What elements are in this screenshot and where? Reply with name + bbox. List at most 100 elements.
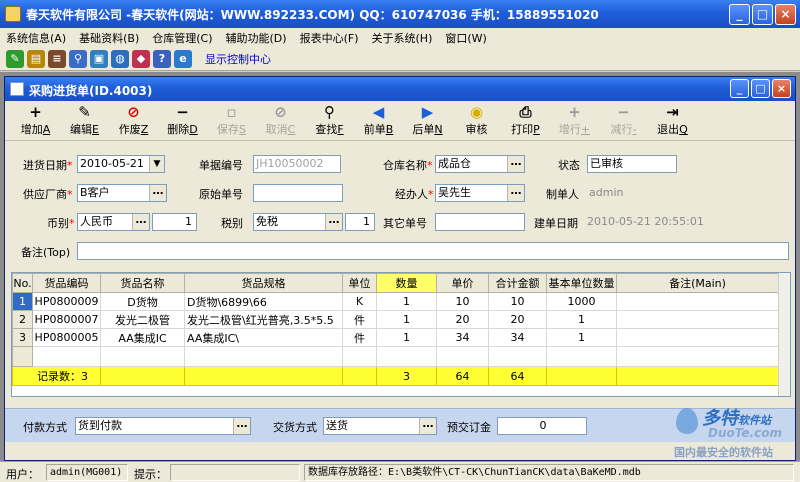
table-cell[interactable]: 1 bbox=[376, 292, 437, 311]
ellipsis-icon[interactable]: … bbox=[507, 185, 524, 201]
payment-method-field[interactable]: 货到付款… bbox=[75, 417, 251, 435]
table-row[interactable]: 2 HP0800007 发光二极管 发光二极管\红光普亮,3.5*5.5 件 1 20 20 1 bbox=[12, 310, 779, 329]
table-row[interactable]: 1 HP0800009 D货物 D货物\6899\66 K 1 10 10 1000 bbox=[12, 292, 779, 311]
table-cell[interactable] bbox=[342, 346, 377, 367]
ie-icon[interactable]: e bbox=[174, 49, 192, 68]
table-cell[interactable]: 发光二极管 bbox=[100, 310, 185, 329]
menu-window[interactable]: 窗口(W) bbox=[445, 30, 486, 46]
table-cell[interactable]: HP0800009 bbox=[32, 292, 101, 311]
table-cell[interactable]: AA集成IC bbox=[100, 328, 185, 347]
table-row[interactable] bbox=[12, 346, 779, 367]
column-header[interactable]: 备注(Main) bbox=[616, 273, 779, 293]
table-cell[interactable]: AA集成IC\ bbox=[184, 328, 343, 347]
ellipsis-icon[interactable]: … bbox=[233, 418, 250, 434]
chevron-down-icon[interactable]: ▼ bbox=[149, 156, 164, 172]
menu-about[interactable]: 关于系统(H) bbox=[372, 30, 433, 46]
save-button[interactable]: ▫ 保存S bbox=[207, 101, 256, 140]
child-minimize-button[interactable]: _ bbox=[730, 79, 749, 98]
delete-button[interactable]: − 删除D bbox=[158, 101, 207, 140]
table-cell[interactable]: 34 bbox=[436, 328, 489, 347]
table-row[interactable]: 3 HP0800005 AA集成IC AA集成IC\ 件 1 34 34 1 bbox=[12, 328, 779, 347]
table-cell[interactable]: 2 bbox=[12, 310, 33, 329]
table-cell[interactable]: D货物 bbox=[100, 292, 185, 311]
table-cell[interactable]: 1 bbox=[376, 310, 437, 329]
edit-button[interactable]: ✎ 编辑E bbox=[60, 101, 109, 140]
table-cell[interactable]: 1000 bbox=[546, 292, 617, 311]
table-cell[interactable] bbox=[488, 346, 547, 367]
handler-field[interactable]: 吴先生… bbox=[435, 184, 525, 202]
maximize-button[interactable]: □ bbox=[752, 4, 773, 25]
currency-field[interactable]: 人民币… bbox=[77, 213, 150, 231]
date-picker[interactable]: 2010-05-21 ▼ bbox=[77, 155, 165, 173]
ellipsis-icon[interactable]: … bbox=[149, 185, 166, 201]
show-console-link[interactable]: 显示控制中心 bbox=[205, 51, 271, 67]
table-cell[interactable]: 10 bbox=[488, 292, 547, 311]
cube-icon[interactable]: ▣ bbox=[90, 49, 108, 68]
ellipsis-icon[interactable]: … bbox=[507, 156, 524, 172]
column-header[interactable]: 基本单位数量 bbox=[546, 273, 617, 293]
menu-basic-data[interactable]: 基础资料(B) bbox=[79, 30, 139, 46]
globe-icon[interactable]: ◍ bbox=[111, 49, 129, 68]
column-header[interactable]: 货品名称 bbox=[100, 273, 185, 293]
table-cell[interactable]: 1 bbox=[12, 292, 33, 311]
table-cell[interactable] bbox=[436, 346, 489, 367]
child-titlebar[interactable]: 采购进货单(ID.4003) _ □ × bbox=[5, 77, 795, 101]
stack-icon[interactable]: ≡ bbox=[48, 49, 66, 68]
column-header[interactable]: 数量 bbox=[376, 273, 437, 293]
app-titlebar[interactable]: 春天软件有限公司 -春天软件(网站：WWW.892233.COM) QQ：610… bbox=[0, 0, 800, 28]
table-cell[interactable] bbox=[616, 328, 779, 347]
table-cell[interactable] bbox=[184, 346, 343, 367]
table-cell[interactable] bbox=[100, 346, 185, 367]
table-cell[interactable]: 发光二极管\红光普亮,3.5*5.5 bbox=[184, 310, 343, 329]
exit-button[interactable]: ⇥ 退出Q bbox=[648, 101, 697, 140]
column-header[interactable]: No. bbox=[12, 273, 33, 293]
docno-field[interactable]: JH10050002 bbox=[253, 155, 341, 173]
tool-icon[interactable]: ✎ bbox=[6, 49, 24, 68]
origno-field[interactable] bbox=[253, 184, 343, 202]
print-button[interactable]: ⎙ 打印P bbox=[501, 101, 550, 140]
exchange-rate-field[interactable]: 1 bbox=[152, 213, 197, 231]
table-cell[interactable]: 件 bbox=[342, 310, 377, 329]
help-icon[interactable]: ? bbox=[153, 49, 171, 68]
table-cell[interactable]: 3 bbox=[12, 328, 33, 347]
minimize-button[interactable]: _ bbox=[729, 4, 750, 25]
remark-field[interactable] bbox=[77, 242, 789, 260]
table-cell[interactable]: D货物\6899\66 bbox=[184, 292, 343, 311]
close-button[interactable]: × bbox=[775, 4, 796, 25]
warehouse-field[interactable]: 成品仓… bbox=[435, 155, 525, 173]
table-cell[interactable] bbox=[546, 346, 617, 367]
void-button[interactable]: ⊘ 作废Z bbox=[109, 101, 158, 140]
column-header[interactable]: 货品规格 bbox=[184, 273, 343, 293]
table-cell[interactable]: 1 bbox=[546, 310, 617, 329]
table-cell[interactable]: 1 bbox=[376, 328, 437, 347]
table-cell[interactable] bbox=[616, 310, 779, 329]
deposit-field[interactable]: 0 bbox=[497, 417, 587, 435]
table-cell[interactable] bbox=[376, 346, 437, 367]
menu-tools[interactable]: 辅助功能(D) bbox=[226, 30, 287, 46]
find-button[interactable]: ⚲ 查找F bbox=[305, 101, 354, 140]
next-button[interactable]: ▶ 后单N bbox=[403, 101, 452, 140]
add-row-button[interactable]: + 增行+ bbox=[550, 101, 599, 140]
add-button[interactable]: + 增加A bbox=[11, 101, 60, 140]
column-header[interactable]: 单位 bbox=[342, 273, 377, 293]
child-maximize-button[interactable]: □ bbox=[751, 79, 770, 98]
table-cell[interactable] bbox=[616, 292, 779, 311]
ellipsis-icon[interactable]: … bbox=[325, 214, 342, 230]
tax-rate-field[interactable]: 1 bbox=[345, 213, 375, 231]
audit-button[interactable]: ◉ 审核 bbox=[452, 101, 501, 140]
table-cell[interactable]: HP0800005 bbox=[32, 328, 101, 347]
menu-warehouse[interactable]: 仓库管理(C) bbox=[152, 30, 212, 46]
column-header[interactable]: 货品编码 bbox=[32, 273, 101, 293]
delivery-field[interactable]: 送货… bbox=[323, 417, 437, 435]
ellipsis-icon[interactable]: … bbox=[132, 214, 149, 230]
table-cell[interactable] bbox=[616, 346, 779, 367]
tax-field[interactable]: 免税… bbox=[253, 213, 343, 231]
menu-reports[interactable]: 报表中心(F) bbox=[300, 30, 359, 46]
menu-system[interactable]: 系统信息(A) bbox=[6, 30, 66, 46]
table-cell[interactable]: 34 bbox=[488, 328, 547, 347]
ellipsis-icon[interactable]: … bbox=[419, 418, 436, 434]
table-cell[interactable]: 20 bbox=[436, 310, 489, 329]
del-row-button[interactable]: − 减行- bbox=[599, 101, 648, 140]
chart-icon[interactable]: ◆ bbox=[132, 49, 150, 68]
book-icon[interactable]: ▤ bbox=[27, 49, 45, 68]
